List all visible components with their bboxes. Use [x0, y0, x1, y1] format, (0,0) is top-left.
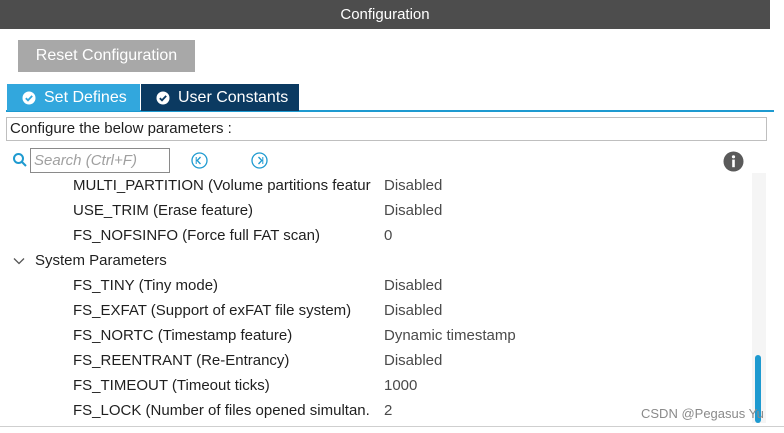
parameter-name: FS_LOCK (Number of files opened simultan… — [73, 402, 370, 419]
parameter-name: FS_NOFSINFO (Force full FAT scan) — [73, 227, 320, 244]
search-input[interactable] — [30, 148, 170, 173]
parameter-value[interactable]: Dynamic timestamp — [384, 323, 516, 348]
parameter-row[interactable]: FS_LOCK (Number of files opened simultan… — [0, 398, 752, 423]
parameter-name: FS_NORTC (Timestamp feature) — [73, 327, 293, 344]
chevron-down-icon[interactable] — [13, 256, 25, 266]
reset-configuration-button[interactable]: Reset Configuration — [18, 40, 195, 72]
group-row-system-parameters[interactable]: System Parameters — [0, 248, 752, 273]
bottom-divider — [0, 426, 784, 427]
parameter-row[interactable]: FS_TINY (Tiny mode) Disabled — [0, 273, 752, 298]
parameter-row[interactable]: FS_NORTC (Timestamp feature) Dynamic tim… — [0, 323, 752, 348]
parameter-value[interactable]: Disabled — [384, 298, 442, 323]
parameter-value[interactable]: 1000 — [384, 373, 417, 398]
parameters-info-text: Configure the below parameters : — [6, 117, 767, 141]
parameter-row[interactable]: FS_EXFAT (Support of exFAT file system) … — [0, 298, 752, 323]
parameter-name: FS_TIMEOUT (Timeout ticks) — [73, 377, 270, 394]
search-icon[interactable] — [12, 152, 28, 168]
watermark-text: CSDN @Pegasus Yu — [641, 406, 764, 421]
parameter-value[interactable]: Disabled — [384, 273, 442, 298]
parameter-name: FS_REENTRANT (Re-Entrancy) — [73, 352, 290, 369]
parameter-value[interactable]: 2 — [384, 398, 392, 423]
next-match-icon[interactable] — [251, 152, 268, 169]
parameter-value[interactable]: Disabled — [384, 198, 442, 223]
parameter-value[interactable]: Disabled — [384, 173, 442, 198]
parameter-row[interactable]: FS_NOFSINFO (Force full FAT scan) 0 — [0, 223, 752, 248]
check-circle-icon — [156, 91, 170, 104]
window-title: Configuration — [0, 0, 784, 29]
parameter-value[interactable]: 0 — [384, 223, 392, 248]
parameter-row[interactable]: FS_TIMEOUT (Timeout ticks) 1000 — [0, 373, 752, 398]
tab-user-constants[interactable]: User Constants — [141, 84, 299, 111]
info-icon[interactable] — [723, 151, 744, 172]
parameter-name: FS_EXFAT (Support of exFAT file system) — [73, 302, 352, 319]
parameter-row[interactable]: FS_REENTRANT (Re-Entrancy) Disabled — [0, 348, 752, 373]
parameter-name: FS_TINY (Tiny mode) — [73, 277, 219, 294]
tab-set-defines-label: Set Defines — [44, 88, 127, 106]
parameter-row[interactable]: MULTI_PARTITION (Volume partitions featu… — [0, 173, 752, 198]
parameter-name: USE_TRIM (Erase feature) — [73, 202, 254, 219]
parameter-value[interactable]: Disabled — [384, 348, 442, 373]
parameter-tree: MULTI_PARTITION (Volume partitions featu… — [0, 173, 752, 423]
group-label: System Parameters — [35, 252, 167, 269]
parameter-name: MULTI_PARTITION (Volume partitions featu… — [73, 177, 371, 194]
parameter-row[interactable]: USE_TRIM (Erase feature) Disabled — [0, 198, 752, 223]
tab-user-constants-label: User Constants — [178, 88, 289, 106]
check-circle-icon — [22, 91, 36, 104]
previous-match-icon[interactable] — [191, 152, 208, 169]
tab-set-defines[interactable]: Set Defines — [7, 84, 140, 111]
